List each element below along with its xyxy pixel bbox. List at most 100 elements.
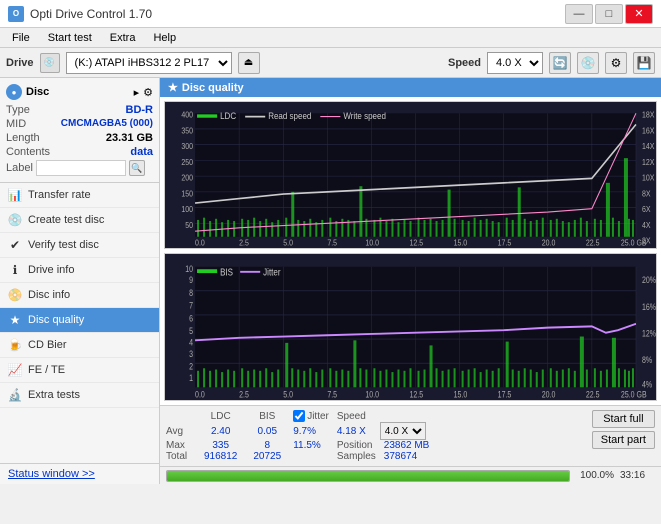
nav-extra-tests[interactable]: 🔬 Extra tests <box>0 383 159 408</box>
create-test-disc-icon: 💿 <box>8 213 22 227</box>
svg-text:25.0 GB: 25.0 GB <box>621 390 647 400</box>
avg-row-label: Avg <box>166 422 196 440</box>
svg-text:8: 8 <box>189 288 193 298</box>
svg-text:5.0: 5.0 <box>283 390 293 400</box>
nav-fe-te-label: FE / TE <box>28 364 65 376</box>
svg-text:1: 1 <box>189 373 193 383</box>
maximize-button[interactable]: □ <box>595 4 623 24</box>
nav-create-test-disc[interactable]: 💿 Create test disc <box>0 208 159 233</box>
refresh-button[interactable]: 🔄 <box>549 52 571 74</box>
nav-disc-quality[interactable]: ★ Disc quality <box>0 308 159 333</box>
nav-cd-bier-label: CD Bier <box>28 339 67 351</box>
minimize-button[interactable]: — <box>565 4 593 24</box>
disc-info-panel: ● Disc ▸ ⚙ Type BD-R MID CMCMAGBA5 (000)… <box>0 78 159 183</box>
eject-button[interactable]: ⏏ <box>238 52 260 74</box>
svg-text:12.5: 12.5 <box>409 390 423 400</box>
svg-text:10.0: 10.0 <box>365 390 379 400</box>
svg-text:BIS: BIS <box>220 267 233 278</box>
svg-text:5.0: 5.0 <box>283 238 293 247</box>
nav-drive-info[interactable]: ℹ Drive info <box>0 258 159 283</box>
mid-label: MID <box>6 118 26 130</box>
svg-text:Read speed: Read speed <box>268 110 311 121</box>
svg-text:3: 3 <box>189 349 193 359</box>
length-label: Length <box>6 132 40 144</box>
svg-text:10X: 10X <box>642 173 654 182</box>
svg-text:0.0: 0.0 <box>195 238 205 247</box>
menu-extra[interactable]: Extra <box>102 30 144 46</box>
contents-label: Contents <box>6 146 50 158</box>
svg-text:400: 400 <box>181 110 193 119</box>
speed-value: 4.18 X <box>333 422 380 440</box>
svg-text:14X: 14X <box>642 142 654 151</box>
jitter-checkbox[interactable] <box>293 410 305 422</box>
nav-drive-info-label: Drive info <box>28 264 74 276</box>
svg-text:12.5: 12.5 <box>409 238 423 247</box>
menu-help[interactable]: Help <box>145 30 184 46</box>
cd-bier-icon: 🍺 <box>8 338 22 352</box>
speed-mode-select[interactable]: 4.0 X <box>380 422 426 440</box>
svg-text:22.5: 22.5 <box>586 390 600 400</box>
disc-quality-icon: ★ <box>8 313 22 327</box>
label-input[interactable] <box>36 160 126 176</box>
ldc-col-header: LDC <box>196 410 245 422</box>
nav-cd-bier[interactable]: 🍺 CD Bier <box>0 333 159 358</box>
speed-select[interactable]: 4.0 X <box>487 52 543 74</box>
disc-button[interactable]: 💿 <box>577 52 599 74</box>
label-button[interactable]: 🔍 <box>129 160 145 176</box>
stats-bar: LDC BIS Jitter Speed Avg 2.4 <box>160 405 661 466</box>
nav-disc-info-label: Disc info <box>28 289 70 301</box>
save-button[interactable]: 💾 <box>633 52 655 74</box>
svg-text:LDC: LDC <box>220 110 236 121</box>
type-label: Type <box>6 104 30 116</box>
svg-text:17.5: 17.5 <box>498 390 512 400</box>
samples-value: 378674 <box>380 451 430 462</box>
svg-text:7: 7 <box>189 301 193 311</box>
progress-bar-container: 100.0% 33:16 <box>160 466 661 484</box>
menu-file[interactable]: File <box>4 30 38 46</box>
ldc-chart-svg: 400 350 300 250 200 150 100 50 18X 16X 1… <box>165 102 656 248</box>
samples-label: Samples <box>333 451 380 462</box>
svg-text:250: 250 <box>181 158 193 167</box>
svg-text:8%: 8% <box>642 355 652 365</box>
label-label: Label <box>6 162 33 174</box>
menu-start-test[interactable]: Start test <box>40 30 100 46</box>
fe-te-icon: 📈 <box>8 363 22 377</box>
svg-text:20.0: 20.0 <box>542 390 556 400</box>
close-button[interactable]: ✕ <box>625 4 653 24</box>
content-area: ★ Disc quality <box>160 78 661 484</box>
nav-extra-tests-label: Extra tests <box>28 389 80 401</box>
svg-text:4X: 4X <box>642 220 651 229</box>
svg-text:2: 2 <box>189 362 193 372</box>
bis-chart: 10 9 8 7 6 5 4 3 2 1 20% 16% 12% 8% 4% <box>164 253 657 401</box>
svg-text:15.0: 15.0 <box>454 390 468 400</box>
length-value: 23.31 GB <box>106 132 153 144</box>
app-icon: O <box>8 6 24 22</box>
transfer-rate-icon: 📊 <box>8 188 22 202</box>
ldc-total: 916812 <box>196 451 245 462</box>
disc-panel-icon: ● <box>6 84 22 100</box>
jitter-max: 11.5% <box>289 440 333 451</box>
nav-disc-info[interactable]: 📀 Disc info <box>0 283 159 308</box>
position-label: Position <box>333 440 380 451</box>
svg-text:Jitter: Jitter <box>263 267 280 278</box>
nav-transfer-rate[interactable]: 📊 Transfer rate <box>0 183 159 208</box>
sidebar: ● Disc ▸ ⚙ Type BD-R MID CMCMAGBA5 (000)… <box>0 78 160 484</box>
disc-panel-settings[interactable]: ⚙ <box>143 86 153 99</box>
max-row-label: Max <box>166 440 196 451</box>
nav-fe-te[interactable]: 📈 FE / TE <box>0 358 159 383</box>
status-window-button[interactable]: Status window >> <box>0 463 159 484</box>
progress-bar-fill <box>167 471 569 481</box>
disc-panel-expand[interactable]: ▸ <box>134 86 140 99</box>
settings-button[interactable]: ⚙ <box>605 52 627 74</box>
window-title: Opti Drive Control 1.70 <box>30 7 152 21</box>
svg-text:16X: 16X <box>642 126 654 135</box>
bis-avg: 0.05 <box>245 422 289 440</box>
start-part-button[interactable]: Start part <box>592 431 655 449</box>
window-controls: — □ ✕ <box>565 4 653 24</box>
title-bar: O Opti Drive Control 1.70 — □ ✕ <box>0 0 661 28</box>
nav-verify-test-disc[interactable]: ✔ Verify test disc <box>0 233 159 258</box>
drive-select[interactable]: (K:) ATAPI iHBS312 2 PL17 <box>66 52 232 74</box>
ldc-avg: 2.40 <box>196 422 245 440</box>
disc-quality-icon-header: ★ <box>168 81 178 94</box>
start-full-button[interactable]: Start full <box>592 410 655 428</box>
